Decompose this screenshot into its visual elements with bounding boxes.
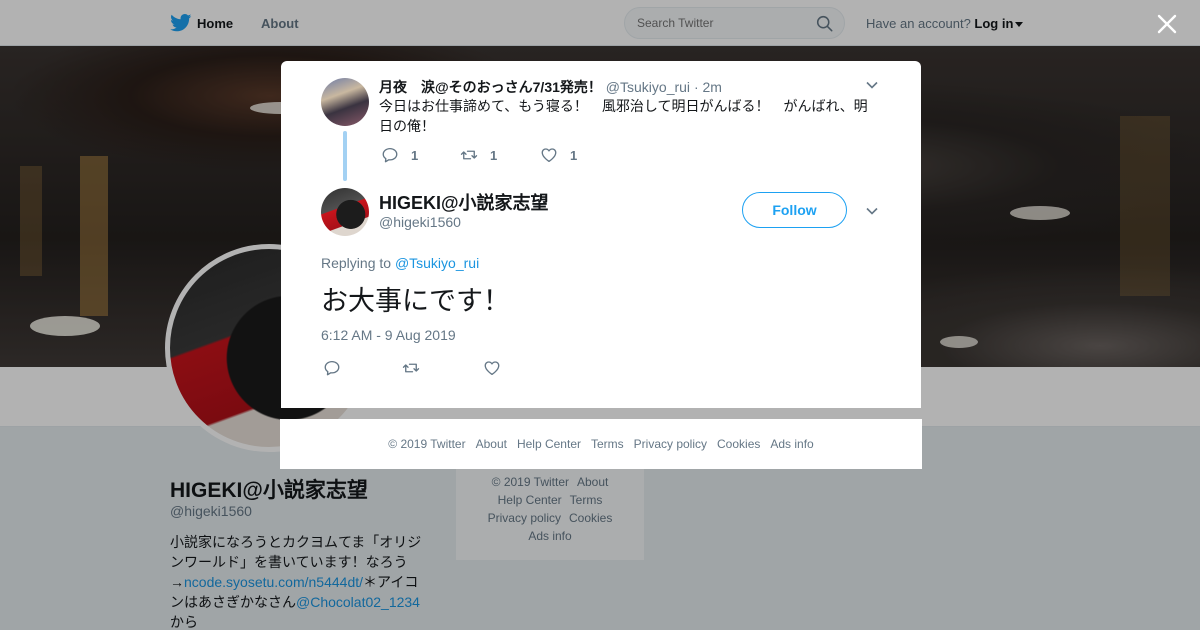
tweet-modal: 月夜 涙@そのおっさん7/31発売！ @Tsukiyo_rui · 2m 今日は… [281,61,921,408]
heart-icon[interactable] [483,359,501,377]
replying-to-handle[interactable]: @Tsukiyo_rui [395,255,479,271]
retweet-action[interactable]: 1 [460,146,497,164]
follow-button[interactable]: Follow [742,192,847,228]
footer-cookies-link[interactable]: Cookies [717,437,760,451]
replying-to-label: Replying to [321,255,392,271]
like-count: 1 [570,147,578,163]
parent-author-name[interactable]: 月夜 涙@そのおっさん7/31発売！ [379,79,602,95]
like-action[interactable]: 1 [540,146,577,164]
footer-privacy-link[interactable]: Privacy policy [634,437,707,451]
chevron-down-icon[interactable] [866,81,878,89]
retweet-count: 1 [490,147,498,163]
author-handle[interactable]: @higeki1560 [379,214,461,230]
footer-help-link[interactable]: Help Center [517,437,581,451]
heart-icon [541,148,557,163]
footer-terms-link[interactable]: Terms [591,437,624,451]
parent-tweet-text: 今日はお仕事諦めて、もう寝る！ 風邪治して明日がんばる！ がんばれ、明日の俺！ [379,98,868,134]
parent-author-handle[interactable]: @Tsukiyo_rui [606,79,690,95]
footer-copyright: © 2019 Twitter [388,437,466,451]
reply-icon[interactable] [323,359,341,377]
retweet-icon [460,150,478,160]
thread-connector [343,131,347,181]
modal-footer: © 2019 Twitter About Help Center Terms P… [280,419,922,469]
close-icon[interactable] [1155,12,1179,36]
reply-icon [382,147,398,163]
retweet-icon[interactable] [402,359,420,377]
parent-tweet-header: 月夜 涙@そのおっさん7/31発売！ @Tsukiyo_rui · 2m [379,77,722,97]
avatar[interactable] [321,78,369,126]
avatar[interactable] [321,188,369,236]
author-name[interactable]: HIGEKI@小説家志望 [379,189,549,215]
footer-about-link[interactable]: About [476,437,507,451]
tweet-text: お大事にです！ [321,286,510,316]
chevron-down-icon[interactable] [866,207,878,215]
parent-tweet-time[interactable]: · 2m [694,79,722,95]
replying-to: Replying to @Tsukiyo_rui [321,255,479,271]
footer-ads-link[interactable]: Ads info [770,437,813,451]
reply-count: 1 [411,147,419,163]
tweet-timestamp[interactable]: 6:12 AM - 9 Aug 2019 [321,327,456,343]
reply-action[interactable]: 1 [381,146,418,164]
